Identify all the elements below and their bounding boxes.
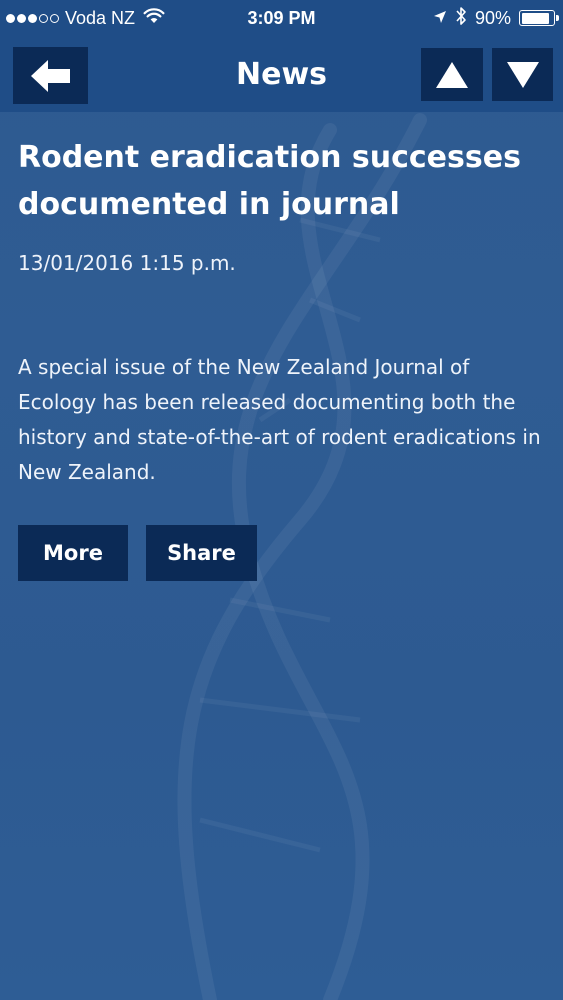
signal-dot (6, 13, 15, 23)
signal-dot (39, 13, 48, 23)
signal-dot (50, 13, 59, 23)
carrier-name: Voda NZ (65, 7, 136, 28)
arrow-left-icon (30, 59, 70, 92)
next-article-button[interactable] (492, 48, 553, 101)
signal-dot (28, 13, 37, 23)
more-button[interactable]: More (18, 525, 128, 581)
triangle-down-icon (506, 61, 539, 88)
article-title: Rodent eradication successes documented … (18, 140, 521, 222)
signal-dot (17, 13, 26, 23)
article-summary: A special issue of the New Zealand Journ… (18, 355, 541, 484)
page-title: News (235, 56, 328, 92)
signal-strength-icon (6, 13, 59, 23)
back-button[interactable] (13, 47, 88, 104)
bluetooth-icon (455, 6, 467, 31)
share-button[interactable]: Share (146, 525, 257, 581)
status-right: 90% (433, 0, 559, 36)
navigation-bar: News (0, 36, 563, 112)
status-bar: Voda NZ 3:09 PM 90% (0, 0, 563, 36)
previous-article-button[interactable] (421, 48, 483, 101)
battery-level (521, 12, 550, 24)
location-arrow-icon (433, 8, 447, 29)
battery-percentage: 90% (474, 7, 511, 28)
status-left: Voda NZ (0, 0, 165, 36)
article-date: 13/01/2016 1:15 p.m. (18, 251, 236, 275)
triangle-up-icon (436, 61, 468, 88)
battery-icon (519, 10, 559, 26)
wifi-icon (143, 7, 165, 29)
battery-nub (556, 15, 559, 21)
